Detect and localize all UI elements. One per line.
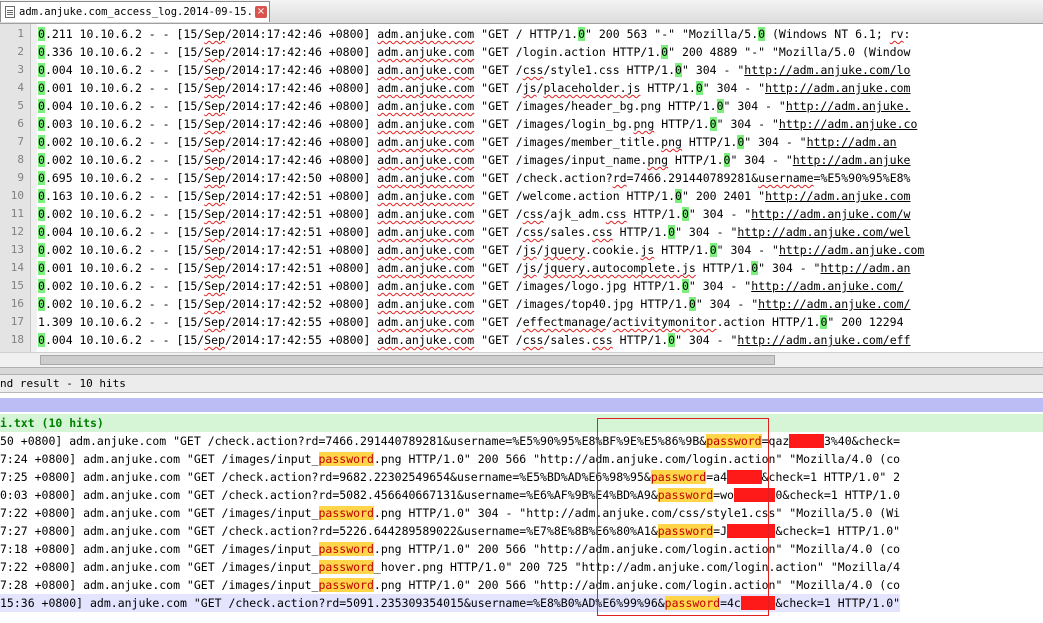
line-number: 12 [10,225,24,238]
line-number: 2 [17,45,24,58]
close-icon[interactable]: × [255,6,267,18]
line-text: 0.695 10.10.6.2 - - [15/Sep/2014:17:42:5… [38,171,911,185]
search-hit: password [650,470,707,484]
search-hit: password [318,578,374,592]
search-hit: password [318,452,374,466]
line-text: 0.003 10.10.6.2 - - [15/Sep/2014:17:42:4… [38,117,918,131]
line-number: 3 [17,63,24,76]
tab-title: adm.anjuke.com_access_log.2014-09-15.txt [19,6,253,18]
search-hit: password [657,524,714,538]
panel-splitter[interactable] [0,367,1043,375]
find-result-line[interactable]: 7:22 +0800] adm.anjuke.com "GET /images/… [0,504,900,522]
line-number: 18 [10,333,24,346]
find-result-lines: 50 +0800] adm.anjuke.com "GET /check.act… [0,432,901,612]
line-number: 1 [17,27,24,40]
line-text: 0.004 10.10.6.2 - - [15/Sep/2014:17:42:5… [38,225,911,239]
line-text: 1.309 10.10.6.2 - - [15/Sep/2014:17:42:5… [38,315,904,329]
line-number: 5 [17,99,24,112]
line-text: 0.004 10.10.6.2 - - [15/Sep/2014:17:42:5… [38,333,911,347]
find-result-title: nd result - 10 hits [0,375,1043,393]
find-result-line[interactable]: 7:22 +0800] adm.anjuke.com "GET /images/… [0,558,900,576]
search-hit: password [657,488,714,502]
line-number: 15 [10,279,24,292]
find-result-line[interactable]: 7:24 +0800] adm.anjuke.com "GET /images/… [0,450,900,468]
search-hit: password [318,560,374,574]
line-text: 0.004 10.10.6.2 - - [15/Sep/2014:17:42:4… [38,99,911,113]
redaction-mark: XXXXXXX [727,524,776,538]
scrollbar-thumb[interactable] [40,355,775,365]
editor-pane[interactable]: 1 0.211 10.10.6.2 - - [15/Sep/2014:17:42:… [0,24,1043,352]
line-text: 0.163 10.10.6.2 - - [15/Sep/2014:17:42:5… [38,189,911,203]
find-result-line[interactable]: 7:27 +0800] adm.anjuke.com "GET /check.a… [0,522,900,540]
line-text: 0.002 10.10.6.2 - - [15/Sep/2014:17:42:4… [38,135,897,149]
horizontal-scrollbar[interactable] [0,352,1043,367]
tab-bar: adm.anjuke.com_access_log.2014-09-15.txt… [0,0,1043,24]
find-result-line[interactable]: 0:03 +0800] adm.anjuke.com "GET /check.a… [0,486,900,504]
line-number: 11 [10,207,24,220]
document-icon [5,6,15,18]
search-hit: password [706,434,762,448]
line-number: 17 [10,315,24,328]
line-number: 13 [10,243,24,256]
line-number: 7 [17,135,24,148]
redaction-mark: XXXXX [789,434,824,448]
search-hit: password [318,506,374,520]
line-text: 0.001 10.10.6.2 - - [15/Sep/2014:17:42:4… [38,81,911,95]
line-number: 8 [17,153,24,166]
line-text: 0.002 10.10.6.2 - - [15/Sep/2014:17:42:5… [38,243,925,257]
line-text: 0.002 10.10.6.2 - - [15/Sep/2014:17:42:4… [38,153,911,167]
redaction-mark: XXXXX [727,470,762,484]
fold-margin [31,24,37,352]
find-result-line[interactable]: 7:28 +0800] adm.anjuke.com "GET /images/… [0,576,900,594]
line-text: 0.211 10.10.6.2 - - [15/Sep/2014:17:42:4… [38,27,911,41]
find-result-line[interactable]: 7:18 +0800] adm.anjuke.com "GET /images/… [0,540,900,558]
search-hit: password [664,596,721,610]
line-number: 4 [17,81,24,94]
line-text: 0.336 10.10.6.2 - - [15/Sep/2014:17:42:4… [38,45,911,59]
line-number: 9 [17,171,24,184]
find-result-line[interactable]: 50 +0800] adm.anjuke.com "GET /check.act… [0,432,900,450]
find-result-search-row[interactable] [0,398,1043,412]
line-text: 0.002 10.10.6.2 - - [15/Sep/2014:17:42:5… [38,297,911,311]
line-text: 0.002 10.10.6.2 - - [15/Sep/2014:17:42:5… [38,279,904,293]
tab-access-log[interactable]: adm.anjuke.com_access_log.2014-09-15.txt… [0,1,270,22]
redaction-mark: XXXXXX [733,488,776,502]
find-result-line[interactable]: 7:25 +0800] adm.anjuke.com "GET /check.a… [0,468,900,486]
search-hit: password [318,542,374,556]
line-text: 0.004 10.10.6.2 - - [15/Sep/2014:17:42:4… [38,63,911,77]
line-number: 14 [10,261,24,274]
find-result-file[interactable]: i.txt (10 hits) [0,414,1043,432]
line-text: 0.002 10.10.6.2 - - [15/Sep/2014:17:42:5… [38,207,911,221]
line-number: 10 [10,189,24,202]
line-text: 0.001 10.10.6.2 - - [15/Sep/2014:17:42:5… [38,261,911,275]
line-number: 6 [17,117,24,130]
redaction-mark: XXXXX [740,596,776,610]
find-result-line[interactable]: 15:36 +0800] adm.anjuke.com "GET /check.… [0,594,901,612]
line-number: 16 [10,297,24,310]
